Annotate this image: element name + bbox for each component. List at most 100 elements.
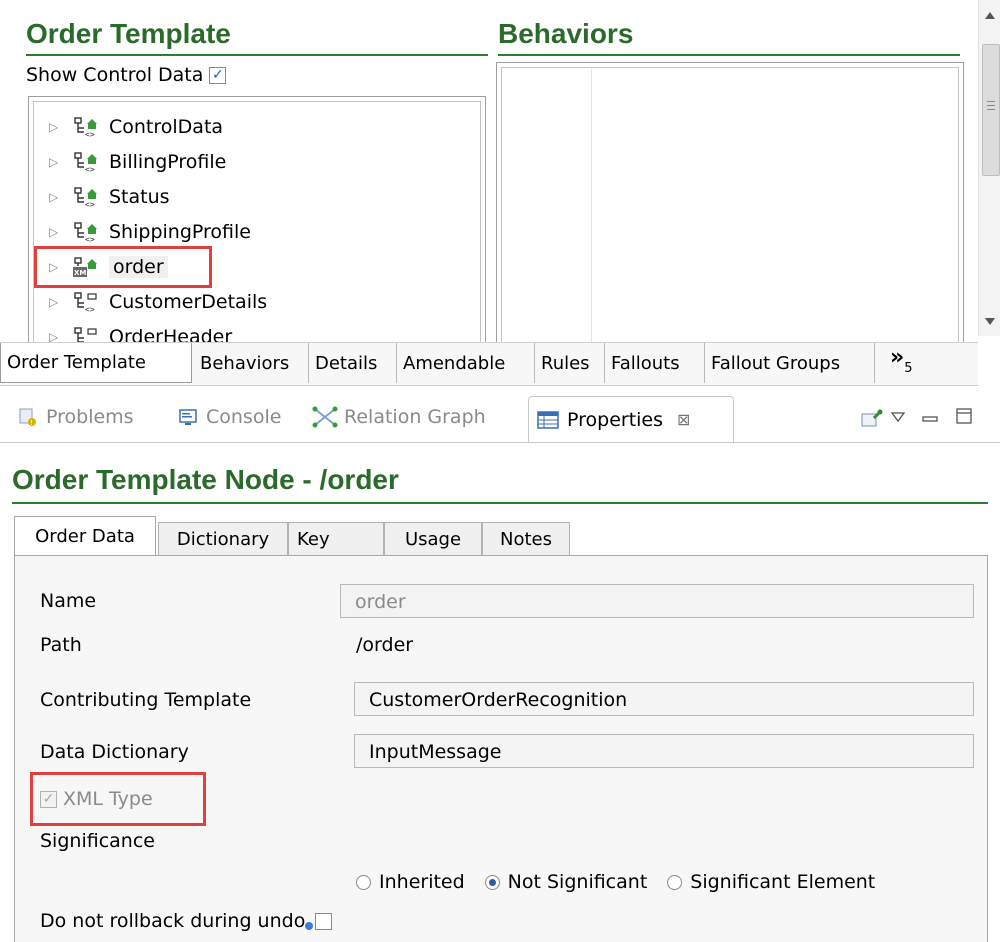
order-template-tree[interactable]: ▷ <> ControlData ▷ <> BillingProfile ▷ <… <box>28 96 486 344</box>
tab-label: Fallouts <box>611 352 680 374</box>
properties-tab-notes[interactable]: Notes <box>482 522 570 556</box>
tree-item-label: BillingProfile <box>109 151 227 173</box>
properties-icon <box>537 410 559 429</box>
editor-tab-details[interactable]: Details <box>309 343 397 383</box>
console-icon <box>179 409 197 425</box>
properties-rule <box>12 502 988 504</box>
svg-text:<>: <> <box>85 200 95 208</box>
significance-radio-group: Inherited Not Significant Significant El… <box>356 871 875 893</box>
data-dictionary-field[interactable]: InputMessage <box>354 734 974 768</box>
view-tab-console[interactable]: Console <box>178 406 281 428</box>
view-tab-problems[interactable]: ! Problems <box>18 406 134 428</box>
editor-tab-fallout-groups[interactable]: Fallout Groups <box>705 343 875 383</box>
path-label: Path <box>40 634 82 656</box>
tree-structure-icon: <> <box>73 186 99 209</box>
editor-tab-order-template[interactable]: Order Template <box>0 343 192 383</box>
behaviors-table[interactable] <box>496 62 964 355</box>
properties-tab-bar: Order Data Dictionary Key Usage Notes <box>14 516 986 556</box>
significance-label: Significance <box>40 830 155 852</box>
tab-label: Order Template <box>7 352 147 373</box>
highlight-xml-type-box <box>30 772 206 826</box>
problems-icon: ! <box>19 408 36 427</box>
properties-tab-usage[interactable]: Usage <box>384 522 482 556</box>
scroll-thumb[interactable] <box>982 44 1000 176</box>
svg-text:!: ! <box>30 419 33 427</box>
tab-label: Dictionary <box>176 529 270 550</box>
radio-inherited-label: Inherited <box>379 871 465 893</box>
order-template-title: Order Template <box>26 18 231 49</box>
tab-label: Order Data <box>35 526 135 547</box>
tree-structure-icon: <> <box>73 291 99 314</box>
tab-label: Behaviors <box>200 352 290 374</box>
editor-tab-behaviors[interactable]: Behaviors <box>194 343 309 383</box>
tree-structure-icon: <> <box>73 151 99 174</box>
behaviors-rule <box>498 54 960 56</box>
tree-item-orderheader[interactable]: ▷ OrderHeader <box>49 321 232 343</box>
close-icon[interactable]: ⊠ <box>677 410 690 429</box>
editor-tab-bar: Order Template Behaviors Details Amendab… <box>0 342 978 386</box>
tree-item-billingprofile[interactable]: ▷ <> BillingProfile <box>49 146 226 178</box>
path-value: /order <box>356 634 414 656</box>
expand-arrow-icon[interactable]: ▷ <box>49 190 63 204</box>
properties-tab-key[interactable]: Key <box>288 522 384 556</box>
tree-structure-icon: <> <box>73 116 99 139</box>
tab-label: Details <box>315 352 378 374</box>
tree-item-status[interactable]: ▷ <> Status <box>49 181 170 213</box>
svg-text:<>: <> <box>85 130 95 138</box>
name-field[interactable]: order <box>340 584 974 618</box>
expand-arrow-icon[interactable]: ▷ <box>49 120 63 134</box>
tree-item-shippingprofile[interactable]: ▷ <> ShippingProfile <box>49 216 251 248</box>
scroll-up-arrow-icon[interactable] <box>985 12 995 19</box>
minimize-icon[interactable] <box>922 410 938 429</box>
tree-item-label: Status <box>109 186 170 208</box>
editor-tab-amendable[interactable]: Amendable <box>397 343 535 383</box>
expand-arrow-icon[interactable]: ▷ <box>49 295 63 309</box>
properties-tab-order-data[interactable]: Order Data <box>14 516 156 556</box>
tab-label: Notes <box>500 529 552 550</box>
tab-label: Key <box>297 529 330 550</box>
editor-tab-rules[interactable]: Rules <box>535 343 605 383</box>
rollback-row: Do not rollback during undo <box>40 910 333 932</box>
rollback-label: Do not rollback during undo <box>40 910 306 932</box>
maximize-icon[interactable] <box>956 408 972 428</box>
highlight-order-box <box>34 246 212 288</box>
svg-text:<>: <> <box>85 235 95 243</box>
properties-title: Order Template Node - /order <box>12 464 399 495</box>
radio-significant-element-label: Significant Element <box>690 871 876 893</box>
radio-not-significant-label: Not Significant <box>507 871 648 893</box>
tab-overflow-button[interactable]: »5 <box>890 345 913 376</box>
radio-inherited[interactable] <box>356 874 371 890</box>
rollback-checkbox[interactable] <box>315 912 333 930</box>
data-dictionary-label: Data Dictionary <box>40 741 189 763</box>
expand-arrow-icon[interactable]: ▷ <box>49 225 63 239</box>
tree-item-controldata[interactable]: ▷ <> ControlData <box>49 111 223 143</box>
radio-significant-element[interactable] <box>667 874 683 890</box>
editor-tab-fallouts[interactable]: Fallouts <box>605 343 705 383</box>
expand-arrow-icon[interactable]: ▷ <box>49 155 63 169</box>
show-control-data-row: Show Control Data ✓ <box>26 64 227 86</box>
tab-label: Usage <box>404 529 462 550</box>
properties-tab-dictionary[interactable]: Dictionary <box>158 522 288 556</box>
tree-item-label: ControlData <box>109 116 224 138</box>
contributing-template-field[interactable]: CustomerOrderRecognition <box>354 682 974 716</box>
view-tab-relation-graph[interactable]: Relation Graph <box>312 406 486 428</box>
tab-label: Fallout Groups <box>711 352 841 374</box>
view-menu-icon[interactable] <box>890 408 906 427</box>
show-control-data-label: Show Control Data <box>26 64 204 86</box>
pin-editor-icon[interactable] <box>860 408 884 434</box>
vertical-scrollbar[interactable] <box>978 0 1000 336</box>
tree-item-customerdetails[interactable]: ▷ <> CustomerDetails <box>49 286 267 318</box>
svg-text:<>: <> <box>85 305 95 313</box>
tree-structure-icon: <> <box>73 221 99 244</box>
tree-item-label: CustomerDetails <box>109 291 268 313</box>
overflow-chevron-icon: » <box>890 345 905 370</box>
tree-item-label: ShippingProfile <box>109 221 251 243</box>
contributing-template-label: Contributing Template <box>40 689 252 711</box>
relation-graph-icon <box>312 406 338 428</box>
view-tab-properties[interactable]: Properties ⊠ <box>528 396 734 442</box>
view-tab-label: Problems <box>46 406 134 428</box>
show-control-data-checkbox[interactable]: ✓ <box>209 66 227 84</box>
view-tab-bar: ! Problems Console Relation Graph Proper… <box>0 394 1000 444</box>
radio-not-significant[interactable] <box>484 874 500 890</box>
scroll-down-arrow-icon[interactable] <box>985 318 995 325</box>
